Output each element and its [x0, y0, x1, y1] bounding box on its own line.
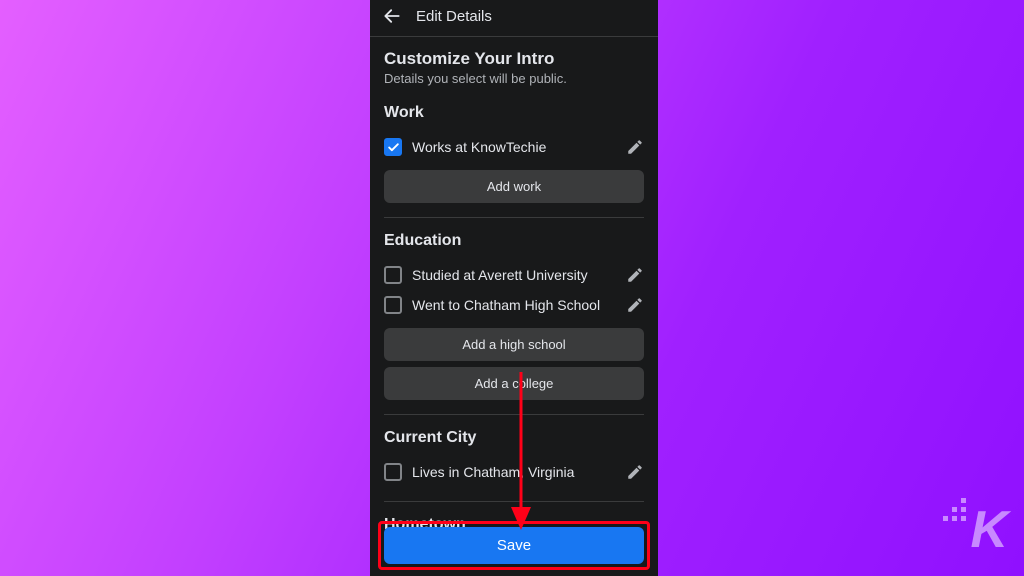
add-high-school-button[interactable]: Add a high school: [384, 328, 644, 361]
pencil-icon[interactable]: [626, 138, 644, 156]
work-section-title: Work: [384, 104, 644, 122]
pencil-icon[interactable]: [626, 296, 644, 314]
education-item-row[interactable]: Studied at Averett University: [384, 260, 644, 290]
work-item-row[interactable]: Works at KnowTechie: [384, 132, 644, 162]
education-item-label: Went to Chatham High School: [412, 297, 616, 313]
checkbox-icon[interactable]: [384, 296, 402, 314]
current-city-item-row[interactable]: Lives in Chatham, Virginia: [384, 457, 644, 487]
checkbox-icon[interactable]: [384, 138, 402, 156]
watermark-letter: K: [970, 501, 1006, 559]
back-arrow-icon[interactable]: [382, 6, 402, 26]
add-college-button[interactable]: Add a college: [384, 367, 644, 400]
pencil-icon[interactable]: [626, 463, 644, 481]
header-title: Edit Details: [416, 8, 492, 25]
divider: [384, 217, 644, 218]
work-item-label: Works at KnowTechie: [412, 139, 616, 155]
watermark-dots-icon: [943, 498, 966, 521]
education-item-row[interactable]: Went to Chatham High School: [384, 290, 644, 320]
divider: [384, 414, 644, 415]
brand-watermark: K: [970, 500, 1006, 560]
divider: [384, 501, 644, 502]
pencil-icon[interactable]: [626, 266, 644, 284]
current-city-section-title: Current City: [384, 429, 644, 447]
add-work-button[interactable]: Add work: [384, 170, 644, 203]
intro-title: Customize Your Intro: [384, 49, 644, 69]
intro-subtitle: Details you select will be public.: [384, 71, 644, 86]
checkbox-icon[interactable]: [384, 463, 402, 481]
save-highlight-annotation: Save: [378, 521, 650, 570]
education-item-label: Studied at Averett University: [412, 267, 616, 283]
education-section-title: Education: [384, 232, 644, 250]
current-city-item-label: Lives in Chatham, Virginia: [412, 464, 616, 480]
content-scroll[interactable]: Customize Your Intro Details you select …: [370, 37, 658, 534]
header-bar: Edit Details: [370, 0, 658, 37]
save-button[interactable]: Save: [384, 527, 644, 564]
phone-frame: Edit Details Customize Your Intro Detail…: [370, 0, 658, 576]
checkbox-icon[interactable]: [384, 266, 402, 284]
